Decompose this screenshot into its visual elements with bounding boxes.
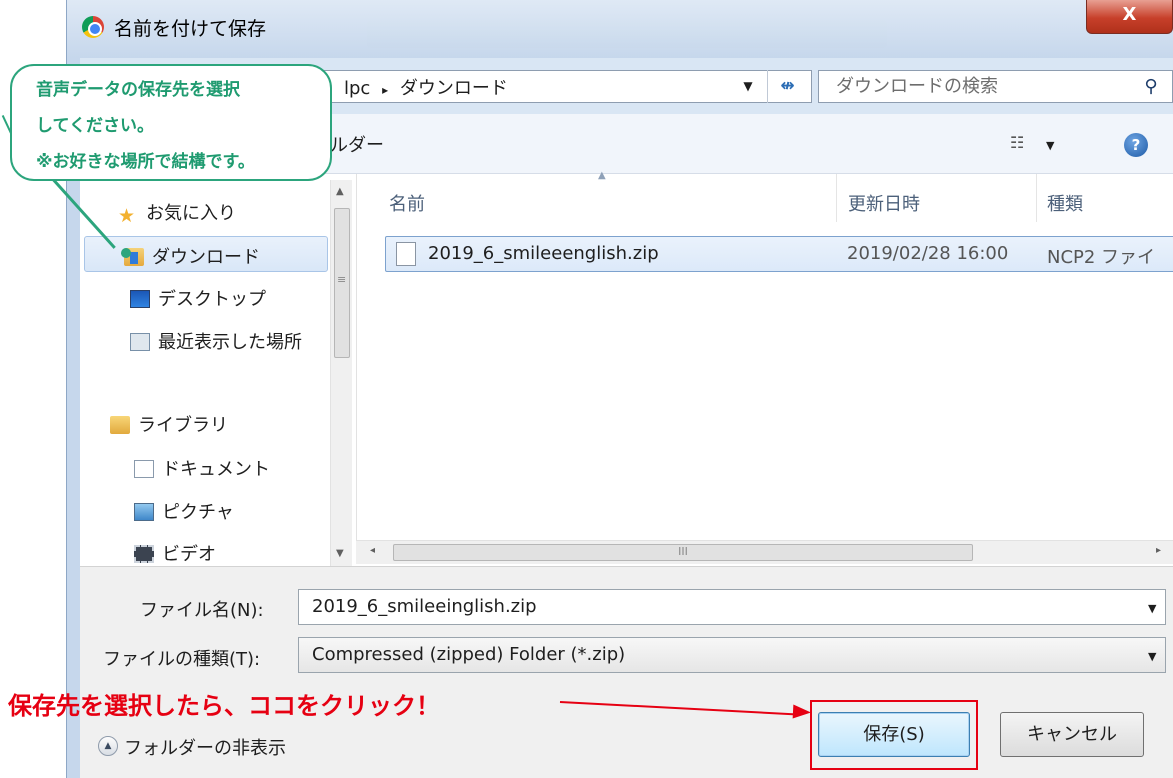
scroll-down-icon[interactable]: ▼: [336, 548, 344, 559]
column-header-modified[interactable]: 更新日時: [848, 190, 920, 216]
nav-item-desktop[interactable]: デスクトップ: [130, 285, 266, 311]
filename-label: ファイル名(N):: [140, 600, 264, 621]
nav-item-label: お気に入り: [146, 203, 236, 224]
cancel-button[interactable]: キャンセル: [1000, 712, 1144, 757]
save-highlight-box: [810, 700, 978, 770]
column-header-type[interactable]: 種類: [1047, 190, 1083, 216]
file-name[interactable]: 2019_6_smileeenglish.zip: [428, 243, 659, 264]
scroll-up-icon[interactable]: ▲: [336, 186, 344, 197]
videos-icon: [134, 545, 154, 563]
nav-item-label: ドキュメント: [162, 459, 270, 480]
nav-item-label: デスクトップ: [158, 289, 266, 310]
pictures-icon: [134, 503, 154, 521]
nav-item-recent-places[interactable]: 最近表示した場所: [130, 328, 326, 354]
nav-item-label: ピクチャ: [162, 502, 234, 523]
view-dropdown-icon[interactable]: ▼: [1046, 139, 1054, 152]
click-instruction: 保存先を選択したら、ココをクリック！: [8, 692, 440, 720]
star-icon: ★: [118, 205, 136, 227]
window-title: 名前を付けて保存: [114, 18, 267, 40]
nav-scrollbar[interactable]: ▲ ≡ ▼: [330, 180, 352, 570]
help-icon[interactable]: ?: [1124, 133, 1148, 157]
nav-item-videos[interactable]: ビデオ: [134, 540, 216, 566]
filename-value[interactable]: 2019_6_smileeinglish.zip: [312, 596, 537, 617]
file-icon: [396, 242, 416, 266]
breadcrumb-parent[interactable]: lpc: [344, 78, 370, 99]
breadcrumb-current[interactable]: ダウンロード: [400, 78, 508, 99]
library-icon: [110, 416, 130, 434]
collapse-icon[interactable]: ▲: [98, 736, 118, 756]
callout-pointer-dot: [121, 248, 131, 258]
nav-item-pictures[interactable]: ピクチャ: [134, 498, 234, 524]
filename-dropdown-icon[interactable]: ▼: [1148, 602, 1156, 615]
documents-icon: [134, 460, 154, 478]
callout-line: してください。: [36, 116, 154, 136]
column-header-name[interactable]: 名前: [389, 190, 425, 216]
refresh-icon[interactable]: ↮: [767, 70, 807, 103]
nav-item-label: ダウンロード: [152, 247, 260, 268]
scroll-left-icon[interactable]: ◂: [370, 545, 375, 556]
callout-line: ※お好きな場所で結構です。: [36, 152, 255, 172]
arrow-head-icon: [792, 704, 812, 720]
chrome-icon: [82, 16, 104, 38]
background-blur: [367, 20, 887, 48]
horizontal-scrollbar[interactable]: ◂ III ▸: [356, 540, 1173, 564]
filetype-value[interactable]: Compressed (zipped) Folder (*.zip): [312, 644, 625, 665]
nav-item-label: 最近表示した場所: [158, 332, 302, 353]
recent-places-icon: [130, 333, 150, 351]
sort-ascending-icon: ▲: [598, 170, 606, 181]
column-divider[interactable]: [836, 174, 837, 222]
nav-item-label: ビデオ: [162, 544, 216, 565]
address-dropdown-icon[interactable]: ▼: [735, 72, 761, 100]
file-type: NCP2 ファイ: [1047, 247, 1156, 268]
nav-item-downloads[interactable]: ダウンロード: [124, 243, 260, 269]
breadcrumb-separator-icon[interactable]: ▸: [382, 83, 388, 97]
file-modified: 2019/02/28 16:00: [847, 243, 1009, 264]
breadcrumb[interactable]: lpc ▸ ダウンロード: [344, 74, 508, 100]
filetype-dropdown-icon[interactable]: ▼: [1148, 650, 1156, 663]
scroll-right-icon[interactable]: ▸: [1156, 545, 1161, 556]
scroll-thumb[interactable]: III: [393, 544, 973, 561]
nav-item-label: ライブラリ: [138, 415, 228, 436]
view-options-icon[interactable]: ☷: [1010, 133, 1024, 152]
file-list[interactable]: [356, 174, 1173, 544]
nav-item-documents[interactable]: ドキュメント: [134, 455, 270, 481]
callout-line: 音声データの保存先を選択: [36, 80, 240, 100]
desktop-icon: [130, 290, 150, 308]
close-button[interactable]: X: [1086, 0, 1173, 34]
scroll-grip-icon: ≡: [337, 273, 347, 286]
hide-folders-button[interactable]: フォルダーの非表示: [124, 734, 286, 760]
new-folder-button[interactable]: ルダー: [330, 131, 384, 157]
nav-item-favorites[interactable]: ★ お気に入り: [118, 199, 236, 227]
search-input[interactable]: [836, 73, 1126, 99]
nav-item-libraries[interactable]: ライブラリ: [110, 411, 228, 437]
search-icon[interactable]: ⚲: [1138, 74, 1164, 100]
column-divider[interactable]: [1036, 174, 1037, 222]
save-as-dialog: 名前を付けて保存 X lpc ▸ ダウンロード ▼ ↮ ⚲ ルダー ☷ ▼ ? …: [0, 0, 1173, 778]
filetype-label: ファイルの種類(T):: [103, 649, 261, 670]
